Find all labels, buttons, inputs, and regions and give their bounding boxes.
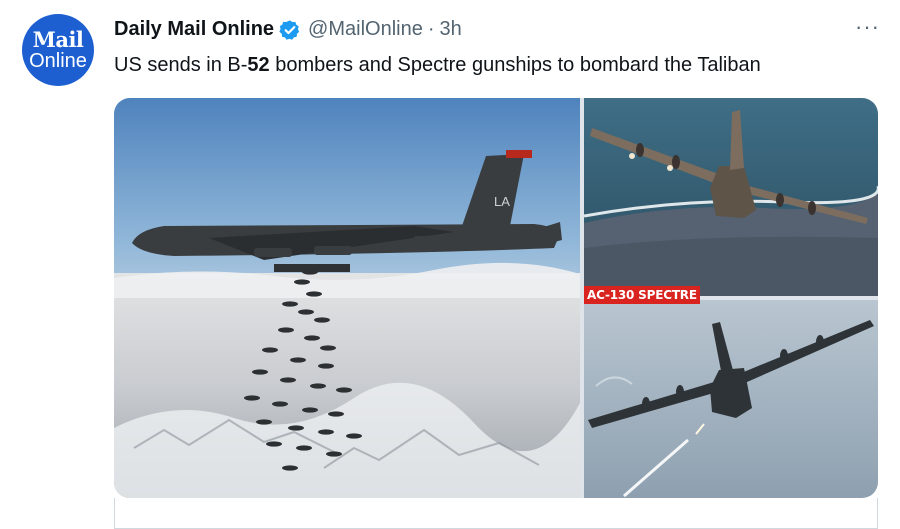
bomb-shape	[278, 327, 294, 333]
bomb-shape	[288, 425, 304, 431]
ac130-spectre-label: AC-130 SPECTRE	[584, 286, 700, 304]
bomb-shape	[282, 301, 298, 307]
bomb-shape	[328, 411, 344, 417]
ac130-firing-image	[584, 300, 878, 498]
avatar-logo-line1: Mail	[32, 27, 84, 52]
b52-bomber-image: LA	[114, 98, 580, 498]
author-handle[interactable]: @MailOnline	[308, 18, 423, 41]
bomb-shape	[346, 433, 362, 439]
tweet-timestamp[interactable]: 3h	[440, 18, 462, 41]
ac130-gunship-photo-top[interactable]	[584, 98, 878, 296]
ac130-coast-image	[584, 98, 878, 296]
avatar-logo-line2: Online	[29, 50, 87, 72]
bomb-shape	[306, 291, 322, 297]
tweet-text-part: bombers and Spectre gunships to bombard …	[269, 54, 761, 76]
separator-dot: ·	[427, 18, 435, 40]
tweet-text-bold: 52	[247, 54, 270, 76]
bomb-shape	[326, 451, 342, 457]
bomb-shape	[262, 347, 278, 353]
b52-bomber-photo[interactable]: LA	[114, 98, 580, 498]
bomb-shape	[280, 377, 296, 383]
bomb-shape	[318, 429, 334, 435]
link-card-edge[interactable]	[114, 498, 878, 529]
bomb-shape	[294, 279, 310, 285]
bomb-shape	[252, 369, 268, 375]
bomb-shape	[272, 401, 288, 407]
svg-text:LA: LA	[494, 194, 510, 209]
bomb-shape	[302, 407, 318, 413]
bomb-shape	[298, 309, 314, 315]
bomb-shape	[290, 357, 306, 363]
tweet-text-part: US sends in B-	[114, 54, 248, 76]
bomb-shape	[296, 445, 312, 451]
tweet-header: Daily Mail Online @MailOnline · 3h	[114, 18, 462, 41]
tweet-text: US sends in B-52 bombers and Spectre gun…	[114, 54, 761, 77]
bomb-shape	[256, 419, 272, 425]
bomb-shape	[320, 345, 336, 351]
ac130-gunship-photo-bottom[interactable]	[584, 300, 878, 498]
bomb-shape	[336, 387, 352, 393]
bomb-shape	[318, 363, 334, 369]
bomb-shape	[304, 335, 320, 341]
verified-badge-icon	[279, 19, 300, 40]
bomb-shape	[314, 317, 330, 323]
bomb-shape	[244, 395, 260, 401]
bomb-shape	[310, 383, 326, 389]
author-name[interactable]: Daily Mail Online	[114, 18, 274, 41]
bomb-shape	[302, 269, 318, 275]
media-grid: LA AC-130 SPECTRE	[114, 98, 878, 498]
more-options-icon[interactable]: ···	[855, 14, 880, 40]
avatar[interactable]: Mail Online	[22, 14, 94, 86]
bomb-shape	[282, 465, 298, 471]
bomb-shape	[266, 441, 282, 447]
